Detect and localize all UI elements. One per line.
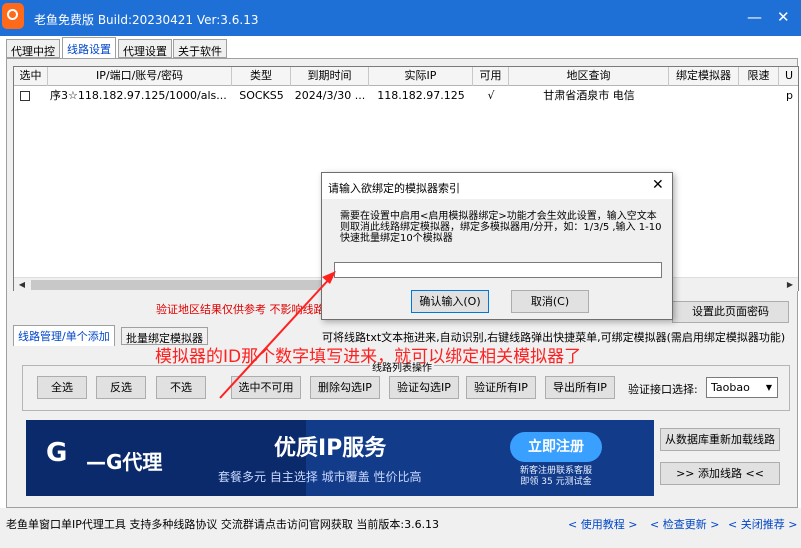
- window-title: 老鱼免费版 Build:20230421 Ver:3.6.13: [34, 13, 259, 27]
- verify-checked-button[interactable]: 验证勾选IP: [389, 376, 459, 399]
- col-ip[interactable]: IP/端口/账号/密码: [48, 67, 232, 86]
- col-expire[interactable]: 到期时间: [291, 67, 369, 86]
- ad-banner[interactable]: G —G代理 优质IP服务 套餐多元 自主选择 城市覆盖 性价比高 立即注册 新…: [26, 420, 654, 496]
- export-all-button[interactable]: 导出所有IP: [545, 376, 615, 399]
- verify-all-button[interactable]: 验证所有IP: [466, 376, 536, 399]
- row-available: √: [487, 89, 495, 102]
- col-u[interactable]: U: [779, 67, 798, 86]
- dialog-title: 请输入欲绑定的模拟器索引: [328, 182, 460, 195]
- status-text: 老鱼单窗口单IP代理工具 支持多种线路协议 交流群请点击访问官网获取 当前版本:…: [6, 518, 440, 531]
- emulator-index-input[interactable]: [334, 262, 662, 278]
- row-expire: 2024/3/30 ...: [294, 89, 366, 102]
- register-button[interactable]: 立即注册: [510, 432, 602, 462]
- promo-line-1: 新客注册联系客服: [519, 466, 592, 476]
- bind-emulator-dialog: 请输入欲绑定的模拟器索引 ✕ 需要在设置中启用<启用模拟器绑定>功能才会生效此设…: [321, 172, 673, 320]
- verify-api-select[interactable]: Taobao ▼: [706, 377, 778, 398]
- table-header: 选中 IP/端口/账号/密码 类型 到期时间 实际IP 可用 地区查询 绑定模拟…: [14, 67, 798, 86]
- banner-tagline: 套餐多元 自主选择 城市覆盖 性价比高: [218, 470, 422, 484]
- row-speed: [739, 87, 779, 105]
- close-icon[interactable]: ✕: [652, 177, 664, 193]
- tutorial-link[interactable]: < 使用教程 >: [568, 516, 637, 532]
- row-checkbox[interactable]: [20, 91, 30, 101]
- col-real-ip[interactable]: 实际IP: [369, 67, 473, 86]
- dialog-message: 需要在设置中启用<启用模拟器绑定>功能才会生效此设置，输入空文本则取消此线路绑定…: [340, 211, 662, 244]
- row-ip: 序3☆118.182.97.125/1000/als...: [50, 89, 227, 102]
- confirm-button[interactable]: 确认输入(O): [411, 290, 489, 313]
- region-warning: 验证地区结果仅供参考 不影响线路: [156, 303, 325, 316]
- row-type: SOCKS5: [239, 89, 284, 102]
- banner-headline: 优质IP服务: [274, 436, 387, 461]
- col-available[interactable]: 可用: [473, 67, 509, 86]
- banner-promo: 新客注册联系客服 即领 35 元测试金: [512, 466, 600, 488]
- row-real-ip: 118.182.97.125: [377, 89, 465, 102]
- minimize-button[interactable]: —: [747, 8, 762, 26]
- dialog-title-bar: 请输入欲绑定的模拟器索引 ✕: [322, 173, 672, 199]
- col-emulator[interactable]: 绑定模拟器: [669, 67, 739, 86]
- scrollbar-thumb[interactable]: [31, 280, 343, 290]
- add-line-button[interactable]: >> 添加线路 <<: [660, 462, 780, 485]
- delete-checked-button[interactable]: 删除勾选IP: [310, 376, 380, 399]
- verify-api-value: Taobao: [711, 381, 750, 394]
- select-unavailable-button[interactable]: 选中不可用: [231, 376, 301, 399]
- promo-line-2: 即领 35 元测试金: [520, 477, 592, 487]
- app-logo-icon: [2, 3, 24, 29]
- verify-api-label: 验证接口选择:: [628, 383, 698, 396]
- select-none-button[interactable]: 不选: [156, 376, 206, 399]
- col-select[interactable]: 选中: [14, 67, 48, 86]
- col-speed[interactable]: 限速: [739, 67, 779, 86]
- row-u: p: [786, 89, 793, 102]
- row-region: 甘肃省酒泉市 电信: [543, 89, 635, 102]
- tab-proxy-settings[interactable]: 代理设置: [118, 39, 172, 58]
- row-emulator: [669, 87, 739, 105]
- chevron-down-icon[interactable]: ▼: [761, 378, 777, 397]
- col-region[interactable]: 地区查询: [509, 67, 669, 86]
- close-recommend-link[interactable]: < 关闭推荐 >: [728, 516, 797, 532]
- table-row[interactable]: 序3☆118.182.97.125/1000/als... SOCKS5 202…: [14, 87, 798, 105]
- tab-proxy-control[interactable]: 代理中控: [6, 39, 60, 58]
- tab-line-settings[interactable]: 线路设置: [62, 37, 116, 58]
- status-bar: 老鱼单窗口单IP代理工具 支持多种线路协议 交流群请点击访问官网获取 当前版本:…: [0, 508, 801, 548]
- set-page-password-button[interactable]: 设置此页面密码: [672, 301, 789, 323]
- cancel-button[interactable]: 取消(C): [511, 290, 589, 313]
- tab-line-management[interactable]: 线路管理/单个添加: [13, 325, 115, 346]
- annotation-text: 模拟器的ID那个数字填写进来，就可以绑定相关模拟器了: [155, 347, 582, 367]
- select-all-button[interactable]: 全选: [37, 376, 87, 399]
- banner-logo-text: —G代理: [86, 450, 163, 474]
- tab-about[interactable]: 关于软件: [173, 39, 227, 58]
- arrow-right-icon[interactable]: ▶: [782, 278, 798, 292]
- banner-logo-mark: G: [46, 438, 68, 468]
- reload-lines-button[interactable]: 从数据库重新加载线路: [660, 428, 780, 451]
- title-bar: 老鱼免费版 Build:20230421 Ver:3.6.13 — ✕: [0, 0, 801, 36]
- col-type[interactable]: 类型: [232, 67, 291, 86]
- close-button[interactable]: ✕: [777, 8, 790, 26]
- invert-select-button[interactable]: 反选: [96, 376, 146, 399]
- check-update-link[interactable]: < 检查更新 >: [650, 516, 719, 532]
- arrow-left-icon[interactable]: ◀: [14, 278, 30, 292]
